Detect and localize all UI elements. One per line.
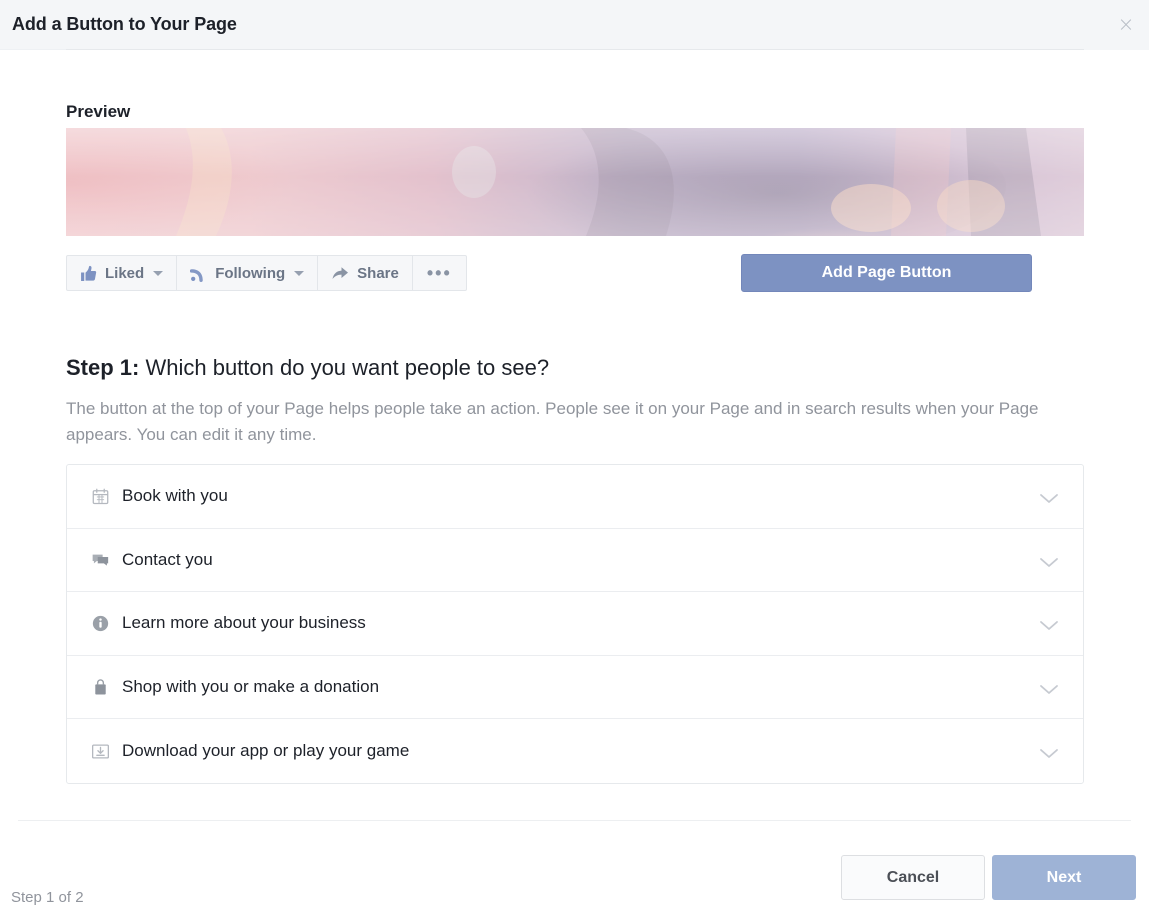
chevron-down-icon[interactable] [1039,491,1059,509]
chevron-down-icon[interactable] [1039,555,1059,573]
dialog-body: Preview [0,50,1149,820]
add-button-dialog: Add a Button to Your Page × Preview [0,0,1149,924]
chevron-down-icon [294,271,304,276]
list-item-label: Learn more about your business [122,613,366,633]
liked-button-label: Liked [105,265,144,282]
step-heading-question: Which button do you want people to see? [139,355,549,380]
chevron-down-icon [153,271,163,276]
info-circle-icon [89,612,111,634]
footer-divider [18,820,1131,821]
thumbs-up-icon [80,265,97,282]
calendar-icon [89,485,111,507]
step-counter: Step 1 of 2 [11,889,84,906]
chat-bubble-icon [89,549,111,571]
chevron-down-icon[interactable] [1039,746,1059,764]
following-button-label: Following [215,265,285,282]
ellipsis-icon: ••• [427,268,452,278]
cover-photo [66,128,1084,236]
download-icon [89,740,111,762]
liked-button[interactable]: Liked [67,256,177,290]
following-button[interactable]: Following [177,256,318,290]
shopping-bag-icon [89,676,111,698]
cover-photo-image [66,128,1084,236]
share-button[interactable]: Share [318,256,413,290]
step-heading-prefix: Step 1: [66,355,139,380]
list-item-label: Book with you [122,486,228,506]
cancel-button[interactable]: Cancel [841,855,985,900]
list-item[interactable]: Learn more about your business [67,592,1083,656]
list-item[interactable]: Book with you [67,465,1083,529]
list-item[interactable]: Download your app or play your game [67,719,1083,783]
rss-icon [190,265,207,282]
share-arrow-icon [331,264,349,282]
share-button-label: Share [357,265,399,282]
chevron-down-icon[interactable] [1039,682,1059,700]
chevron-down-icon[interactable] [1039,618,1059,636]
list-item-label: Contact you [122,550,213,570]
list-item-label: Download your app or play your game [122,741,409,761]
dialog-title: Add a Button to Your Page [12,14,237,35]
list-item[interactable]: Contact you [67,529,1083,593]
dialog-header: Add a Button to Your Page × [0,0,1149,50]
step-description: The button at the top of your Page helps… [66,396,1056,448]
add-page-button[interactable]: Add Page Button [741,254,1032,292]
next-button[interactable]: Next [992,855,1136,900]
list-item[interactable]: Shop with you or make a donation [67,656,1083,720]
preview-label: Preview [66,102,130,122]
more-options-button[interactable]: ••• [413,256,466,290]
close-icon[interactable]: × [1115,14,1137,36]
page-action-button-row: Liked Following [66,255,467,291]
step-heading: Step 1: Which button do you want people … [66,355,549,381]
button-type-option-list: Book with you Contact you [66,464,1084,784]
list-item-label: Shop with you or make a donation [122,677,379,697]
